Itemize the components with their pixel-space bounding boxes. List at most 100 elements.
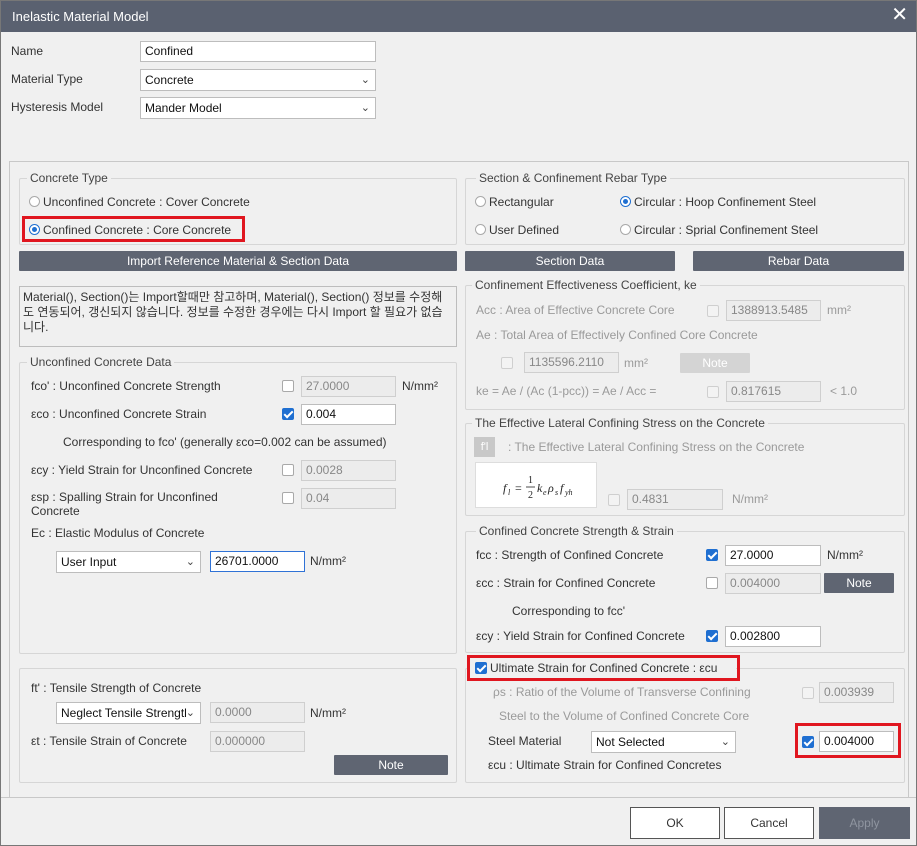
material-type-select[interactable]: Concrete ⌄ — [140, 69, 376, 91]
steel-material-select[interactable]: Not Selected ⌄ — [591, 731, 736, 753]
ke-input[interactable]: 0.817615 — [726, 381, 821, 402]
tensile-note-button[interactable]: Note — [334, 755, 448, 775]
circular-hoop-radio[interactable] — [620, 196, 631, 207]
ecy-checkbox[interactable] — [282, 464, 294, 476]
ae-input[interactable]: 1135596.2110 — [524, 352, 619, 373]
ps-checkbox[interactable] — [802, 687, 814, 699]
close-icon[interactable]: ✕ — [891, 4, 908, 26]
hysteresis-select[interactable]: Mander Model ⌄ — [140, 97, 376, 119]
ecy-input[interactable]: 0.0028 — [301, 460, 396, 481]
window-title: Inelastic Material Model — [12, 9, 149, 24]
ecc-note-button[interactable]: Note — [824, 573, 894, 593]
cancel-button[interactable]: Cancel — [724, 807, 814, 839]
fcc-input[interactable]: 27.0000 — [725, 545, 821, 566]
ecc-label: εcc : Strain for Confined Concrete — [476, 576, 656, 590]
formula-svg: f l = 1 2 k e ρ s f yh — [503, 475, 573, 501]
eco-input[interactable]: 0.004 — [301, 404, 396, 425]
svg-text:2: 2 — [528, 490, 533, 501]
ft-input[interactable]: 0.0000 — [210, 702, 305, 723]
ecy-label: εcy : Yield Strain for Unconfined Concre… — [31, 463, 253, 477]
et-input[interactable]: 0.000000 — [210, 731, 305, 752]
ps-label-2: Steel to the Volume of Confined Concrete… — [499, 709, 750, 723]
circular-spiral-radio[interactable] — [620, 224, 631, 235]
ecu-label: εcu : Ultimate Strain for Confined Concr… — [488, 758, 722, 772]
esp-input[interactable]: 0.04 — [301, 488, 396, 509]
user-defined-radio[interactable] — [475, 224, 486, 235]
rebar-data-button[interactable]: Rebar Data — [693, 251, 904, 271]
ae-unit: mm² — [624, 356, 648, 370]
acc-checkbox[interactable] — [707, 305, 719, 317]
ec-unit: N/mm² — [310, 554, 346, 568]
fco-label: fco' : Unconfined Concrete Strength — [31, 379, 221, 393]
fcc-label: fcc : Strength of Confined Concrete — [476, 548, 664, 562]
highlight-box — [22, 216, 245, 242]
ec-input[interactable]: 26701.0000 — [210, 551, 305, 572]
ps-label-1: ρs : Ratio of the Volume of Transverse C… — [493, 685, 751, 699]
ke-checkbox[interactable] — [707, 386, 719, 398]
svg-text:yh: yh — [564, 488, 573, 497]
esp-checkbox[interactable] — [282, 492, 294, 504]
unconfined-radio[interactable] — [29, 196, 40, 207]
ft-mode-value: Neglect Tensile Strength — [61, 706, 191, 720]
eco-checkbox[interactable] — [282, 408, 294, 420]
ke-label: ke = Ae / (Ac (1-pcc)) = Ae / Acc = — [476, 384, 657, 398]
eco-note: Corresponding to fco' (generally εco=0.0… — [63, 435, 387, 449]
svg-text:=: = — [515, 481, 522, 495]
ecc-checkbox[interactable] — [706, 577, 718, 589]
ps-input[interactable]: 0.003939 — [819, 682, 894, 703]
fl-unit: N/mm² — [732, 492, 768, 506]
fl-checkbox[interactable] — [608, 494, 620, 506]
rectangular-label[interactable]: Rectangular — [489, 195, 554, 209]
highlight-box — [467, 655, 740, 681]
ke-note-button[interactable]: Note — [680, 353, 750, 373]
ecc-input[interactable]: 0.004000 — [725, 573, 821, 594]
fcc-unit: N/mm² — [827, 548, 863, 562]
material-type-label: Material Type — [11, 72, 83, 86]
chevron-down-icon: ⌄ — [360, 74, 370, 86]
ecc-note: Corresponding to fcc' — [512, 604, 626, 618]
ft-mode-select[interactable]: Neglect Tensile Strength ⌄ — [56, 702, 201, 724]
ae-checkbox[interactable] — [501, 357, 513, 369]
fco-checkbox[interactable] — [282, 380, 294, 392]
rectangular-radio[interactable] — [475, 196, 486, 207]
footer-separator — [1, 797, 916, 798]
circular-hoop-label[interactable]: Circular : Hoop Confinement Steel — [634, 195, 816, 209]
fco-input[interactable]: 27.0000 — [301, 376, 396, 397]
ok-button[interactable]: OK — [630, 807, 720, 839]
user-defined-label[interactable]: User Defined — [489, 223, 559, 237]
import-button[interactable]: Import Reference Material & Section Data — [19, 251, 457, 271]
name-input[interactable]: Confined — [140, 41, 376, 62]
ecy-confined-label: εcy : Yield Strain for Confined Concrete — [476, 629, 685, 643]
dialog-window: Inelastic Material Model ✕ Name Confined… — [0, 0, 917, 846]
fcc-checkbox[interactable] — [706, 549, 718, 561]
ec-label: Ec : Elastic Modulus of Concrete — [31, 526, 205, 540]
hysteresis-label: Hysteresis Model — [11, 100, 104, 114]
chevron-down-icon: ⌄ — [185, 556, 195, 568]
info-text: Material(), Section()는 Import할때만 참고하며, M… — [19, 286, 457, 347]
acc-unit: mm² — [827, 303, 851, 317]
circular-spiral-label[interactable]: Circular : Sprial Confinement Steel — [634, 223, 818, 237]
material-type-value: Concrete — [145, 73, 194, 87]
highlight-box — [795, 723, 901, 758]
acc-input[interactable]: 1388913.5485 — [726, 300, 821, 321]
unconfined-radio-label[interactable]: Unconfined Concrete : Cover Concrete — [43, 195, 250, 209]
ft-label: ft' : Tensile Strength of Concrete — [31, 681, 202, 695]
svg-text:1: 1 — [528, 475, 533, 486]
acc-label: Acc : Area of Effective Concrete Core — [476, 303, 675, 317]
fl-input[interactable]: 0.4831 — [627, 489, 723, 510]
svg-text:l: l — [508, 488, 511, 497]
ke-limit: < 1.0 — [830, 384, 858, 398]
confined-title: Confined Concrete Strength & Strain — [476, 524, 677, 538]
chevron-down-icon: ⌄ — [360, 102, 370, 114]
ec-mode-select[interactable]: User Input ⌄ — [56, 551, 201, 573]
fco-unit: N/mm² — [402, 379, 438, 393]
ecy-confined-checkbox[interactable] — [706, 630, 718, 642]
ecy-confined-input[interactable]: 0.002800 — [725, 626, 821, 647]
ke-title: Confinement Effectiveness Coefficient, k… — [472, 278, 700, 292]
esp-label: εsp : Spalling Strain for Unconfined Con… — [31, 490, 218, 518]
separator — [908, 161, 909, 797]
svg-text:e: e — [543, 488, 547, 497]
fl-label: : The Effective Lateral Confining Stress… — [508, 440, 805, 454]
apply-button[interactable]: Apply — [819, 807, 910, 839]
section-data-button[interactable]: Section Data — [465, 251, 675, 271]
